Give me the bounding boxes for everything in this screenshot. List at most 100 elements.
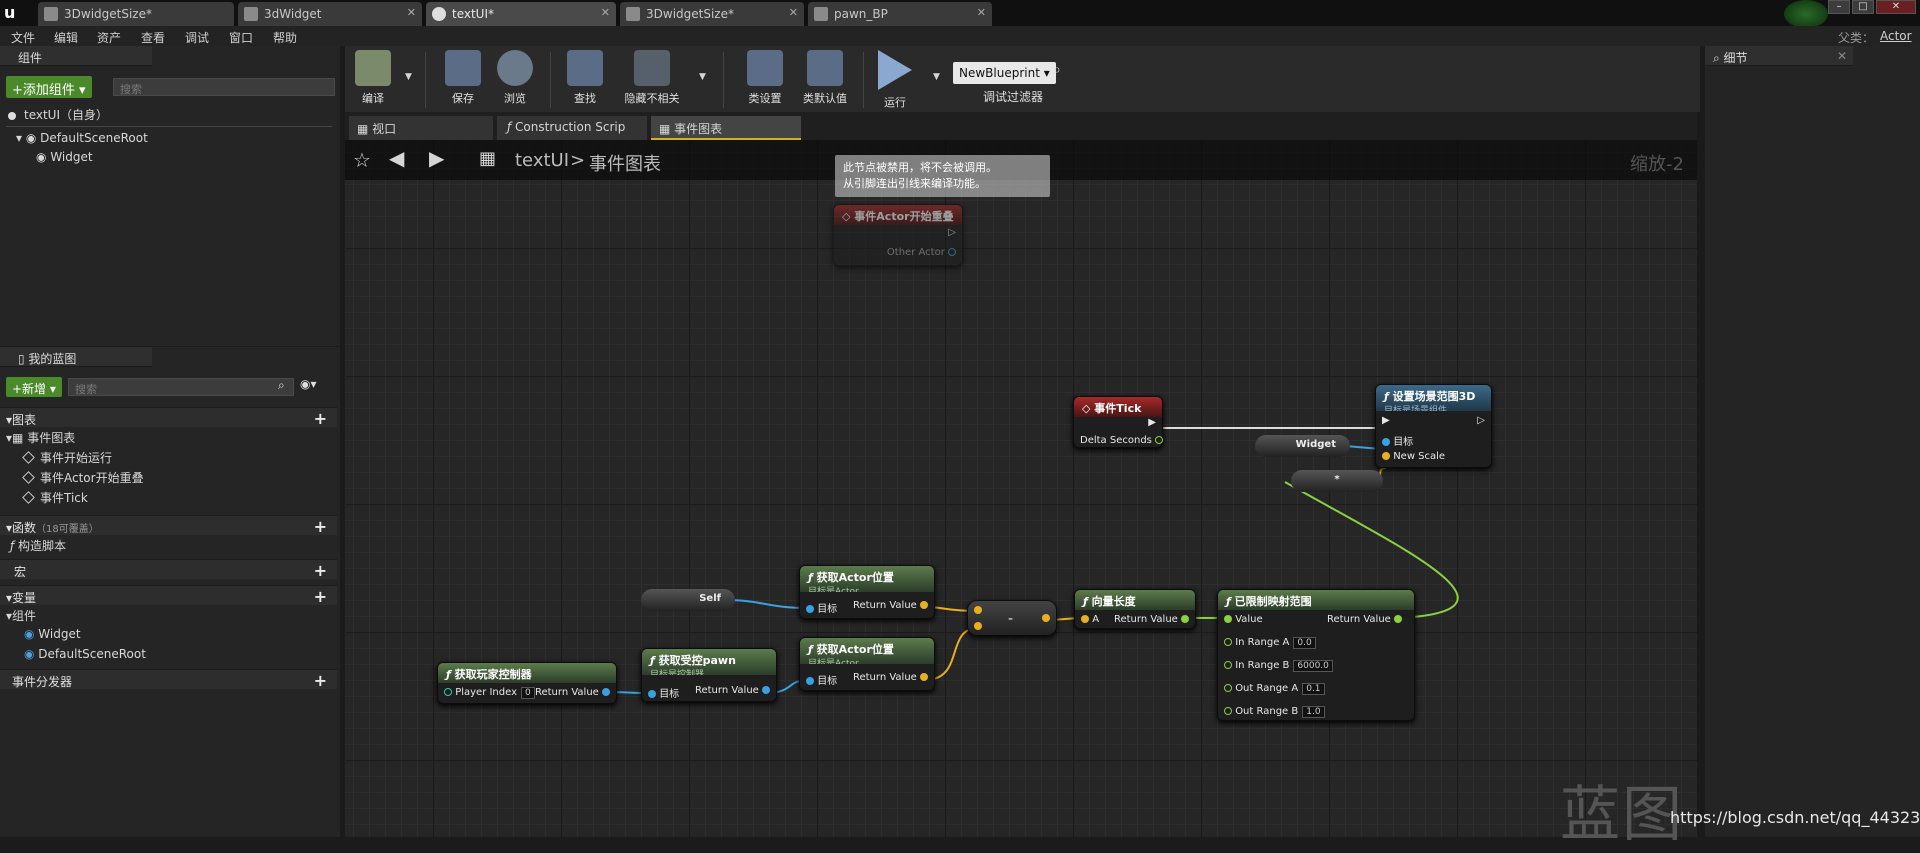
menu-edit[interactable]: 编辑 — [54, 29, 78, 46]
node-self[interactable]: Self — [641, 589, 735, 611]
node-multiply[interactable]: * — [1291, 470, 1383, 492]
output-pin[interactable] — [1042, 613, 1050, 624]
out-range-a-pin[interactable]: Out Range A 0.1 — [1224, 683, 1325, 695]
menu-asset[interactable]: 资产 — [97, 29, 121, 46]
component-defaultsceneroot[interactable]: ▾ ◉ DefaultSceneRoot — [0, 131, 148, 151]
menu-file[interactable]: 文件 — [11, 29, 35, 46]
tab-pawn-bp[interactable]: pawn_BP ✕ — [808, 2, 992, 26]
return-value-pin[interactable]: Return Value — [1114, 614, 1189, 625]
close-icon[interactable]: ✕ — [977, 6, 986, 19]
return-value-pin[interactable]: Return Value — [535, 687, 610, 698]
play-button[interactable]: 运行 — [871, 50, 919, 110]
input-a-pin[interactable]: A — [1081, 614, 1099, 625]
eye-icon[interactable]: ◉▾ — [300, 377, 317, 391]
return-value-pin[interactable]: Return Value — [853, 600, 928, 611]
menu-help[interactable]: 帮助 — [273, 29, 297, 46]
parent-class-value[interactable]: Actor — [1880, 29, 1912, 43]
variable-components-group[interactable]: ▾组件 — [0, 607, 36, 627]
menu-view[interactable]: 查看 — [141, 29, 165, 46]
event-graph-canvas[interactable]: ☆ ◀ ▶ ▦ textUI > 事件图表 缩放-2 此节点被禁用，将不会被调用… — [345, 140, 1697, 837]
compile-button[interactable]: 编译 — [345, 50, 401, 106]
components-search-input[interactable]: 搜索 — [113, 78, 335, 96]
target-pin[interactable]: 目标 — [806, 600, 837, 615]
tab-textui[interactable]: textUI* ✕ — [426, 2, 616, 26]
exec-out-pin[interactable]: ▶ — [1148, 417, 1156, 428]
add-dispatcher-icon[interactable]: + — [314, 671, 327, 690]
node-get-actor-location-1[interactable]: ƒ 获取Actor位置 目标是Actor 目标 Return Value — [799, 565, 935, 619]
node-event-tick[interactable]: ◇ 事件Tick ▶ Delta Seconds — [1073, 396, 1164, 448]
blueprint-search-input[interactable]: 搜索 — [68, 378, 294, 396]
hide-dropdown-icon[interactable]: ▼ — [699, 72, 706, 82]
close-icon[interactable]: ✕ — [601, 6, 610, 19]
exec-in-pin[interactable]: ▶ — [1382, 415, 1390, 426]
in-range-a-value[interactable]: 0.0 — [1293, 637, 1316, 649]
return-value-pin[interactable]: Return Value — [1327, 614, 1402, 625]
variable-defaultsceneroot[interactable]: ◉ DefaultSceneRoot — [0, 647, 146, 667]
save-button[interactable]: 保存 — [439, 50, 487, 106]
section-graphs[interactable]: ▾图表 + — [0, 407, 337, 428]
add-macro-icon[interactable]: + — [314, 561, 327, 580]
debug-search-icon[interactable]: ⌕ — [1053, 62, 1061, 78]
tab-construction-script[interactable]: ƒ Construction Scrip — [497, 116, 647, 140]
target-pin[interactable]: 目标 — [648, 685, 679, 700]
out-range-b-pin[interactable]: Out Range B 1.0 — [1224, 706, 1325, 718]
exec-out-pin[interactable]: ▷ — [948, 227, 956, 238]
out-range-b-value[interactable]: 1.0 — [1302, 706, 1325, 718]
input-b-pin[interactable] — [974, 621, 982, 632]
debug-object-select[interactable]: NewBlueprint ▾ — [953, 62, 1056, 84]
return-value-pin[interactable]: Return Value — [853, 672, 928, 683]
target-pin[interactable]: 目标 — [1382, 433, 1413, 448]
section-functions[interactable]: ▾函数（18可覆盖） + — [0, 515, 337, 536]
close-icon[interactable]: ✕ — [407, 6, 416, 19]
class-settings-button[interactable]: 类设置 — [735, 50, 795, 106]
new-button[interactable]: +新增 ▾ — [6, 377, 62, 397]
in-range-a-pin[interactable]: In Range A 0.0 — [1224, 637, 1316, 649]
section-variables[interactable]: ▾变量 + — [0, 585, 337, 606]
in-range-b-pin[interactable]: In Range B 6000.0 — [1224, 660, 1333, 672]
delta-seconds-pin[interactable]: Delta Seconds — [1080, 435, 1164, 446]
tab-event-graph[interactable]: ▦ 事件图表 — [651, 116, 801, 140]
unreal-logo-icon[interactable]: u — [4, 3, 24, 23]
menu-window[interactable]: 窗口 — [229, 29, 253, 46]
node-get-controlled-pawn[interactable]: ƒ 获取受控pawn 目标是控制器 目标 Return Value — [641, 648, 777, 702]
add-component-button[interactable]: +添加组件 ▾ — [6, 76, 92, 98]
tab-3dwidgetsize-2[interactable]: 3DwidgetSize* ✕ — [620, 2, 804, 26]
compile-dropdown-icon[interactable]: ▼ — [405, 72, 412, 82]
graph-scrollbar[interactable] — [1697, 140, 1705, 837]
section-macros[interactable]: 宏 + — [0, 559, 337, 580]
node-get-actor-location-2[interactable]: ƒ 获取Actor位置 目标是Actor 目标 Return Value — [799, 637, 935, 691]
close-icon[interactable]: ✕ — [789, 6, 798, 19]
exec-out-pin[interactable]: ▷ — [1477, 415, 1485, 426]
node-set-world-scale[interactable]: ƒ 设置场景范围3D 目标是场景组件 ▶ ▷ 目标 New Scale — [1375, 384, 1492, 468]
play-dropdown-icon[interactable]: ▼ — [933, 72, 940, 82]
value-pin[interactable]: Value — [1224, 614, 1263, 625]
player-index-pin[interactable]: Player Index 0 — [444, 687, 535, 699]
add-function-icon[interactable]: + — [314, 517, 327, 536]
event-graph-item[interactable]: ▾▦ 事件图表 — [0, 429, 75, 449]
return-value-pin[interactable]: Return Value — [695, 685, 770, 696]
class-defaults-button[interactable]: 类默认值 — [795, 50, 855, 106]
minimize-button[interactable]: – — [1828, 0, 1850, 14]
event-actor-overlap[interactable]: 事件Actor开始重叠 — [0, 469, 144, 489]
section-dispatchers[interactable]: 事件分发器 + — [0, 669, 337, 690]
construction-script-item[interactable]: ƒ 构造脚本 — [0, 537, 66, 557]
hide-unrelated-button[interactable]: 隐藏不相关 — [617, 50, 687, 106]
node-map-range-clamped[interactable]: ƒ 已限制映射范围 Value Return Value In Range A0… — [1217, 589, 1415, 721]
event-begin-play[interactable]: 事件开始运行 — [0, 449, 112, 469]
component-widget[interactable]: ◉ Widget — [0, 150, 93, 170]
source-control-icon[interactable] — [1784, 0, 1828, 28]
tab-3dwidgetsize[interactable]: 3DwidgetSize* — [38, 2, 234, 26]
node-subtract[interactable]: - — [967, 600, 1057, 636]
event-tick[interactable]: 事件Tick — [0, 489, 88, 509]
node-vector-length[interactable]: ƒ 向量长度 A Return Value — [1074, 589, 1196, 629]
variable-widget[interactable]: ◉ Widget — [0, 627, 81, 647]
add-graph-icon[interactable]: + — [314, 409, 327, 428]
maximize-button[interactable]: □ — [1852, 0, 1874, 14]
node-get-player-controller[interactable]: ƒ 获取玩家控制器 Player Index 0 Return Value — [437, 662, 617, 704]
menu-debug[interactable]: 调试 — [185, 29, 209, 46]
node-actor-begin-overlap[interactable]: ◇ 事件Actor开始重叠 ▷ Other Actor — [833, 204, 963, 266]
close-icon[interactable]: ✕ — [1837, 49, 1847, 63]
tab-viewport[interactable]: ▦ 视口 — [349, 116, 493, 140]
find-button[interactable]: 查找 — [561, 50, 609, 106]
target-pin[interactable]: 目标 — [806, 672, 837, 687]
